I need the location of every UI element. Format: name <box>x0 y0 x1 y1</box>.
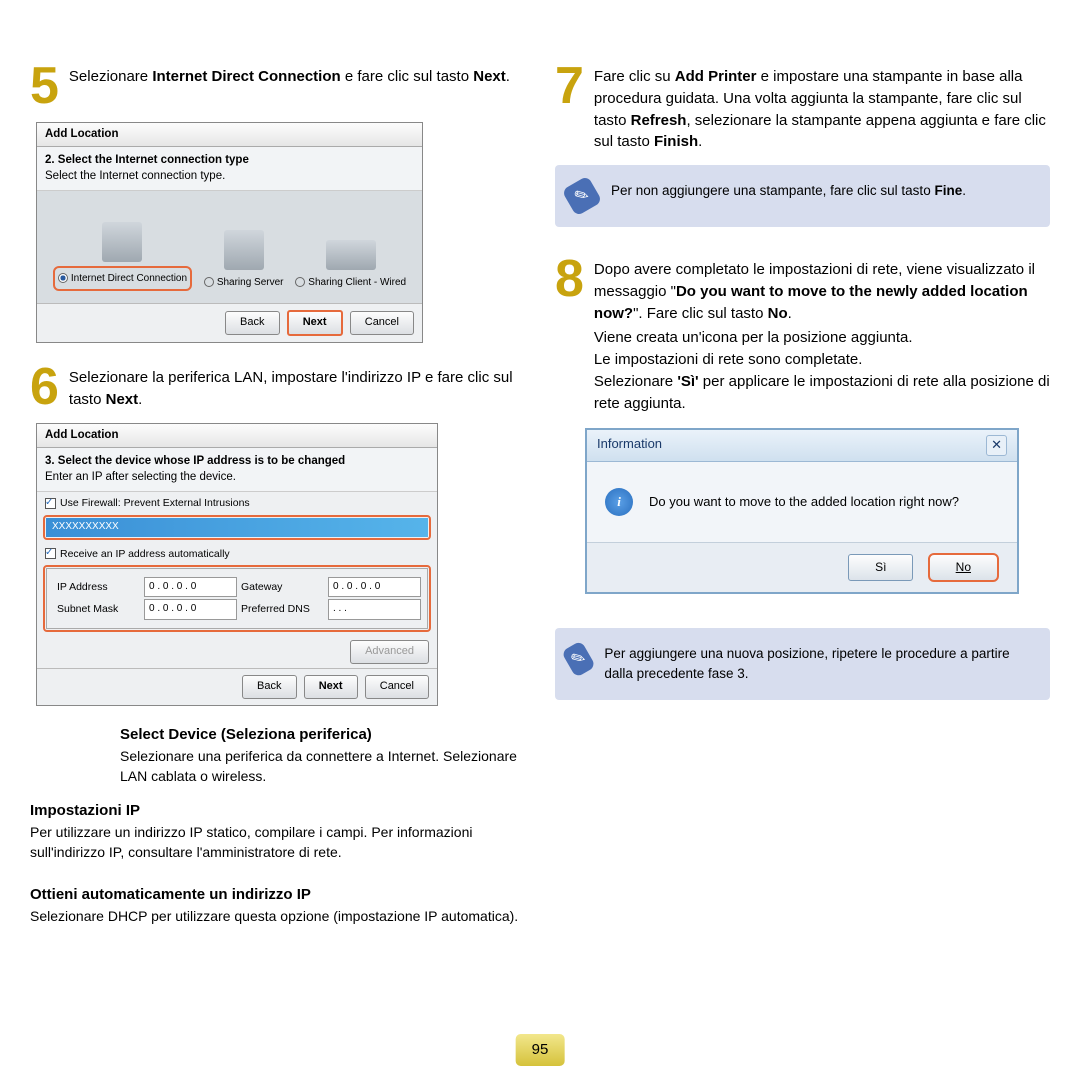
step-6: 6 Selezionare la periferica LAN, imposta… <box>30 361 525 413</box>
text-bold: No <box>768 305 788 322</box>
no-label: No <box>956 560 971 574</box>
step-7: 7 Fare clic su Add Printer e impostare u… <box>555 60 1050 153</box>
dns-label: Preferred DNS <box>237 600 328 619</box>
step-number-6: 6 <box>30 361 59 413</box>
info-message: Do you want to move to the added locatio… <box>649 493 959 512</box>
page-number: 95 <box>516 1034 565 1066</box>
radio-icon <box>295 277 305 287</box>
radio-icon <box>204 277 214 287</box>
gateway-label: Gateway <box>237 578 328 597</box>
subtitle-desc: Enter an IP after selecting the device. <box>45 469 429 486</box>
checkbox-icon[interactable] <box>45 548 56 559</box>
text: . <box>138 391 142 408</box>
next-button[interactable]: Next <box>304 675 358 699</box>
laptop-icon <box>326 240 376 270</box>
step-7-text: Fare clic su Add Printer e impostare una… <box>594 60 1050 153</box>
text: Le impostazioni di rete sono completate. <box>594 349 1050 371</box>
option-label: Sharing Server <box>217 277 284 288</box>
no-button[interactable]: No <box>928 553 999 582</box>
text-bold: Fine <box>934 183 962 198</box>
text-bold: 'Sì' <box>677 373 698 390</box>
connection-option-client[interactable]: Sharing Client - Wired <box>295 240 406 291</box>
callout-select-device-title: Select Device (Seleziona periferica) <box>120 724 525 746</box>
dns-field[interactable]: . . . <box>328 599 421 620</box>
auto-ip-label: Receive an IP address automatically <box>60 548 230 560</box>
information-dialog: Information ✕ i Do you want to move to t… <box>585 428 1019 594</box>
callout-ip-title: Impostazioni IP <box>30 800 525 822</box>
gateway-field[interactable]: 0 . 0 . 0 . 0 <box>328 577 421 598</box>
callout-auto-ip-text: Selezionare DHCP per utilizzare questa o… <box>30 906 525 926</box>
yes-button[interactable]: Sì <box>848 554 913 581</box>
text: Selezionare <box>594 373 677 390</box>
callout-ip-text: Per utilizzare un indirizzo IP statico, … <box>30 822 525 863</box>
ip-field[interactable]: 0 . 0 . 0 . 0 <box>144 577 237 598</box>
text: . <box>698 133 702 150</box>
step-number-7: 7 <box>555 60 584 153</box>
back-button[interactable]: Back <box>242 675 296 699</box>
text-bold: Next <box>106 391 139 408</box>
step-5-text: Selezionare Internet Direct Connection e… <box>69 60 510 112</box>
firewall-label: Use Firewall: Prevent External Intrusion… <box>60 497 250 509</box>
add-location-dialog-1: Add Location 2. Select the Internet conn… <box>36 122 423 343</box>
text-bold: Internet Direct Connection <box>152 68 340 85</box>
note-text: Per non aggiungere una stampante, fare c… <box>611 181 966 211</box>
text: . <box>788 305 792 322</box>
text-bold: Next <box>473 68 506 85</box>
close-icon[interactable]: ✕ <box>986 435 1007 456</box>
cancel-button[interactable]: Cancel <box>365 675 429 699</box>
text-bold: Finish <box>654 133 698 150</box>
dialog-body: Internet Direct Connection Sharing Serve… <box>37 191 422 303</box>
next-button[interactable]: Next <box>287 310 343 336</box>
text-bold: Refresh <box>631 112 687 129</box>
connection-option-direct[interactable]: Internet Direct Connection <box>53 222 192 291</box>
step-8: 8 Dopo avere completato le impostazioni … <box>555 253 1050 414</box>
text: . <box>506 68 510 85</box>
subnet-field[interactable]: 0 . 0 . 0 . 0 <box>144 599 237 620</box>
text: e fare clic sul tasto <box>341 68 474 85</box>
text: Viene creata un'icona per la posizione a… <box>594 327 1050 349</box>
dialog-subtitle: 2. Select the Internet connection type S… <box>37 147 422 191</box>
option-label: Internet Direct Connection <box>71 273 187 284</box>
text: Selezionare <box>69 68 152 85</box>
radio-icon <box>58 273 68 283</box>
computer-icon <box>102 222 142 262</box>
note-repeat: ✎ Per aggiungere una nuova posizione, ri… <box>555 628 1050 699</box>
text-bold: Add Printer <box>675 68 757 85</box>
note-printer: ✎ Per non aggiungere una stampante, fare… <box>555 165 1050 227</box>
connection-option-server[interactable]: Sharing Server <box>204 230 284 291</box>
text: . <box>962 183 966 198</box>
ip-label: IP Address <box>53 578 144 597</box>
advanced-button[interactable]: Advanced <box>350 640 429 664</box>
note-text: Per aggiungere una nuova posizione, ripe… <box>604 644 1036 683</box>
subtitle-desc: Select the Internet connection type. <box>45 168 414 185</box>
callout-auto-ip-title: Ottieni automaticamente un indirizzo IP <box>30 884 525 906</box>
info-icon: i <box>605 488 633 516</box>
text: ". Fare clic sul tasto <box>633 305 768 322</box>
text: Per non aggiungere una stampante, fare c… <box>611 183 934 198</box>
device-select[interactable]: XXXXXXXXXX <box>46 518 428 537</box>
dialog-title: Add Location <box>37 424 437 448</box>
subtitle-bold: 2. Select the Internet connection type <box>45 152 414 169</box>
step-number-5: 5 <box>30 60 59 112</box>
dialog-title: Information <box>597 435 662 456</box>
dialog-subtitle: 3. Select the device whose IP address is… <box>37 448 437 492</box>
back-button[interactable]: Back <box>225 311 279 335</box>
cancel-button[interactable]: Cancel <box>350 311 414 335</box>
subnet-label: Subnet Mask <box>53 600 144 619</box>
pencil-icon: ✎ <box>562 176 603 217</box>
text: Fare clic su <box>594 68 675 85</box>
callout-select-device-text: Selezionare una periferica da connettere… <box>120 746 525 787</box>
option-label: Sharing Client - Wired <box>308 277 406 288</box>
step-8-text: Dopo avere completato le impostazioni di… <box>594 253 1050 414</box>
checkbox-icon[interactable] <box>45 498 56 509</box>
step-5: 5 Selezionare Internet Direct Connection… <box>30 60 525 112</box>
dialog-title: Add Location <box>37 123 422 147</box>
pencil-icon: ✎ <box>561 641 596 679</box>
subtitle-bold: 3. Select the device whose IP address is… <box>45 453 429 470</box>
step-number-8: 8 <box>555 253 584 414</box>
server-icon <box>224 230 264 270</box>
step-6-text: Selezionare la periferica LAN, impostare… <box>69 361 525 413</box>
add-location-dialog-2: Add Location 3. Select the device whose … <box>36 423 438 706</box>
